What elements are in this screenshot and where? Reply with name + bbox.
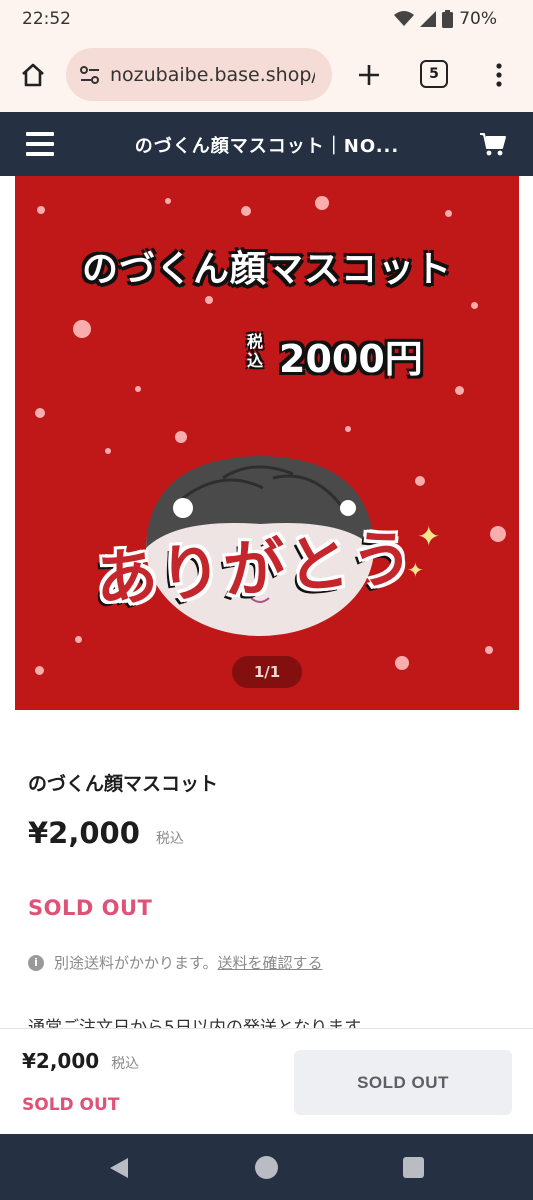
signal-icon (420, 11, 437, 27)
sold-out-button[interactable]: SOLD OUT (294, 1050, 512, 1115)
recents-icon[interactable] (403, 1157, 424, 1178)
tab-switcher-button[interactable]: 5 (420, 60, 448, 88)
home-icon (22, 63, 44, 87)
system-nav-bar (0, 1134, 533, 1200)
home-circle-icon[interactable] (255, 1156, 278, 1179)
tax-note: 税込 (155, 831, 184, 847)
shipping-info: i 別途送料がかかります。送料を確認する (28, 952, 323, 973)
sparkle-icon: ✦ (417, 520, 441, 553)
image-tax-tag: 税込 (246, 332, 263, 370)
cart-icon[interactable] (479, 130, 507, 158)
status-icons: 70% (394, 9, 497, 29)
browser-menu-button[interactable] (484, 56, 514, 94)
image-title: のづくん顔マスコット (81, 249, 452, 290)
status-time: 22:52 (22, 9, 71, 29)
battery-percent: 70% (459, 9, 497, 29)
more-vert-icon (496, 63, 502, 87)
back-icon[interactable] (108, 1156, 130, 1180)
shipping-text: 別途送料がかかります。 (54, 954, 218, 972)
product-name: のづくん顔マスコット (28, 773, 219, 795)
purchase-bar-tax: 税込 (111, 1056, 140, 1072)
shipping-link[interactable]: 送料を確認する (218, 954, 323, 972)
purchase-bar-price-row: ¥2,000 税込 (22, 1049, 139, 1073)
home-button[interactable] (14, 56, 52, 94)
hamburger-icon[interactable] (26, 132, 54, 156)
product-image[interactable]: のづくん顔マスコット 税込 2000円 ありがとう ✦ ✦ 1/1 (15, 176, 519, 710)
url-bar[interactable]: nozubaibe.base.shop/ (66, 48, 332, 101)
sparkle-icon: ✦ (407, 558, 424, 582)
purchase-bar-price: ¥2,000 (22, 1049, 100, 1073)
wifi-icon (394, 11, 415, 26)
site-header: のづくん顔マスコット｜NO... (0, 112, 533, 176)
purchase-bar-status: SOLD OUT (22, 1095, 120, 1115)
image-price: 2000円 (279, 337, 423, 381)
image-pager: 1/1 (232, 656, 302, 688)
site-settings-icon[interactable] (80, 65, 100, 84)
shipping-notice: 通常ご注文日から5日以内の発送となります。 (28, 1018, 377, 1028)
browser-toolbar: nozubaibe.base.shop/ 5 (0, 38, 533, 112)
sold-out-label: SOLD OUT (28, 896, 153, 920)
site-title[interactable]: のづくん顔マスコット｜NO... (82, 132, 452, 158)
product-price: ¥2,000 (28, 816, 140, 850)
new-tab-button[interactable] (350, 56, 388, 94)
info-icon: i (28, 954, 44, 971)
status-bar: 22:52 70% (0, 0, 533, 38)
plus-icon (359, 65, 379, 85)
price-row: ¥2,000 税込 (28, 816, 184, 850)
purchase-bar: ¥2,000 税込 SOLD OUT SOLD OUT (0, 1028, 533, 1134)
battery-icon (442, 10, 454, 28)
url-text: nozubaibe.base.shop/ (110, 63, 315, 86)
